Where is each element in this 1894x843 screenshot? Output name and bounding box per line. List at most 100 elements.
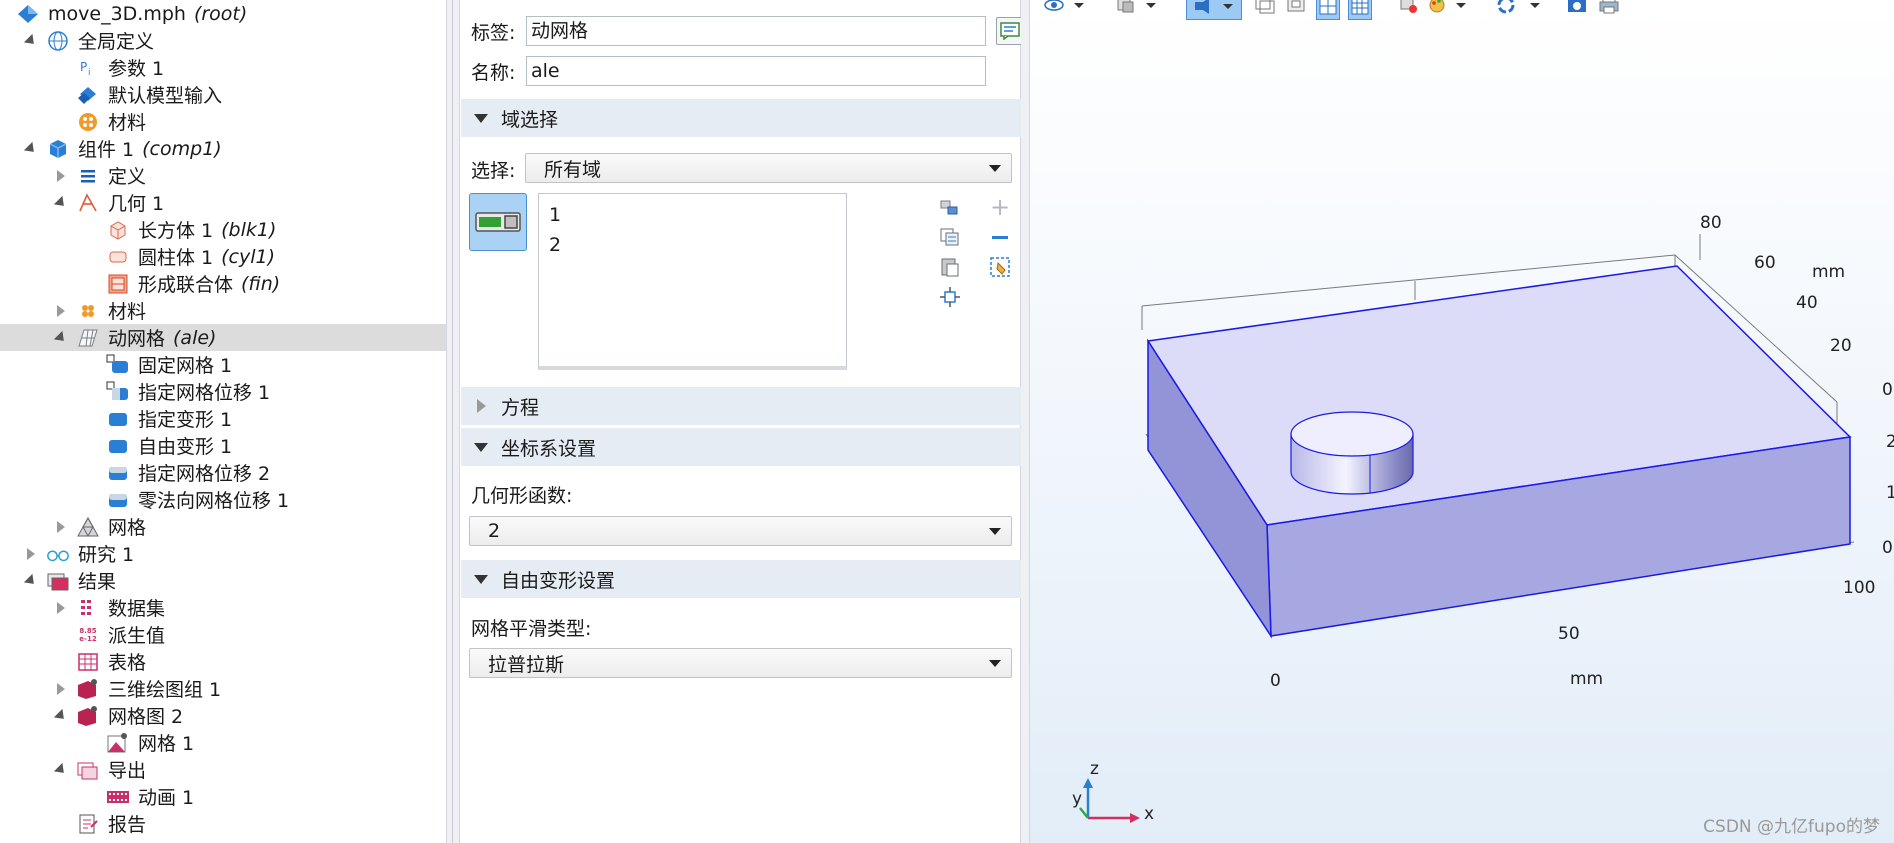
y-unit-label: mm [1812,262,1845,282]
list-item[interactable]: 2 [549,230,836,260]
tree-collapse-arrow-icon[interactable] [52,756,70,783]
tree-node-geometry[interactable]: 几何 1 [0,189,446,216]
tree-node-cylinder[interactable]: 圆柱体 1 (cyl1) [0,243,446,270]
tree-expand-arrow-icon[interactable] [22,540,40,567]
datasets-icon [76,596,100,620]
tree-node-definitions[interactable]: 定义 [0,162,446,189]
graphics-window[interactable]: 0 50 100 mm 20 40 60 80 mm 0 2 1 0 z y x… [1030,0,1894,843]
copy-selection-icon[interactable] [939,227,961,252]
tree-node-mesh[interactable]: 网格 [0,513,446,540]
tree-node-label: 零法向网格位移 1 [138,490,290,512]
cylinder-shape[interactable] [1290,411,1414,495]
tree-node-plot3d[interactable]: 三维绘图组 1 [0,675,446,702]
tree-expand-arrow-icon[interactable] [52,162,70,189]
equation-section[interactable]: 方程 [461,387,1021,425]
tree-expand-arrow-icon[interactable] [52,675,70,702]
tree-node-block[interactable]: 长方体 1 (blk1) [0,216,446,243]
tree-expand-arrow-icon[interactable] [52,513,70,540]
tree-node-label: 指定网格位移 1 [138,382,271,404]
tree-collapse-arrow-icon[interactable] [52,324,70,351]
collapse-arrow-icon [474,574,488,584]
tree-node-materials[interactable]: 材料 [0,297,446,324]
materials-icon [76,110,100,134]
remove-icon[interactable] [989,226,1011,248]
tree-node-report[interactable]: 报告 [0,810,446,837]
tree-node-fixed-mesh[interactable]: 固定网格 1 [0,351,446,378]
tree-node-prescribed-def[interactable]: 指定变形 1 [0,405,446,432]
domain-selection-section[interactable]: 域选择 [461,99,1021,137]
parameters-icon: Pi [76,56,100,80]
tree-collapse-arrow-icon[interactable] [22,27,40,54]
tree-collapse-arrow-icon[interactable] [52,702,70,729]
tree-node-datasets[interactable]: 数据集 [0,594,446,621]
coordinate-system-section[interactable]: 坐标系设置 [461,428,1021,466]
tree-node-params[interactable]: Pi 参数 1 [0,54,446,81]
tree-node-prescribed-disp-2[interactable]: 指定网格位移 2 [0,459,446,486]
tree-node-results[interactable]: 结果 [0,567,446,594]
label-input[interactable]: 动网格 [526,16,986,46]
active-toggle-button[interactable] [469,193,527,251]
geometry-scene[interactable]: 0 50 100 mm 20 40 60 80 mm 0 2 1 0 z y x [1030,0,1894,843]
tree-node-global-materials[interactable]: 材料 [0,108,446,135]
study-icon [46,542,70,566]
svg-text:i: i [88,68,91,78]
tree-node-animation[interactable]: 动画 1 [0,783,446,810]
tree-node-prescribed-disp-1[interactable]: 指定网格位移 1 [0,378,446,405]
tree-node-label: 指定网格位移 2 [138,463,271,485]
moving-mesh-icon [76,326,100,350]
clear-selection-icon[interactable] [989,256,1011,283]
tree-expand-arrow-icon[interactable] [52,594,70,621]
panel-splitter-left[interactable] [446,0,460,843]
tree-node-mesh-plot-item[interactable]: 网格 1 [0,729,446,756]
tree-expand-arrow-icon[interactable] [52,297,70,324]
free-deformation-section[interactable]: 自由变形设置 [461,560,1021,598]
tree-node-zero-normal[interactable]: 零法向网格位移 1 [0,486,446,513]
panel-splitter-right[interactable] [1021,0,1030,843]
add-icon[interactable]: + [989,195,1011,219]
tree-collapse-arrow-icon[interactable] [22,567,40,594]
tree-collapse-arrow-icon[interactable] [22,135,40,162]
plot-group-3d-icon [76,677,100,701]
name-input[interactable]: ale [526,56,986,86]
add-to-selection-icon[interactable] [939,197,961,222]
geometry-icon [76,191,100,215]
tree-node-free-def[interactable]: 自由变形 1 [0,432,446,459]
tree-node-study[interactable]: 研究 1 [0,540,446,567]
cylinder-icon [106,245,130,269]
tree-node-global-defs[interactable]: 全局定义 [0,27,446,54]
tree-node-moving-mesh[interactable]: 动网格 (ale) [0,324,446,351]
tree-node-default-inputs[interactable]: 默认模型输入 [0,81,446,108]
shape-order-dropdown[interactable]: 2 [469,516,1012,546]
triad-x-label: x [1144,804,1154,824]
mesh-plot-group-icon [76,704,100,728]
selection-list[interactable]: 1 2 [538,193,847,370]
results-icon [46,569,70,593]
smoothing-type-dropdown[interactable]: 拉普拉斯 [469,648,1012,678]
zoom-to-selection-icon[interactable] [939,286,961,313]
tree-node-file[interactable]: move_3D.mph (root) [0,0,446,27]
tree-node-label: 几何 1 [108,193,165,215]
tree-node-form-union[interactable]: 形成联合体 (fin) [0,270,446,297]
tree-node-label: 圆柱体 1 [138,247,214,269]
tree-node-component[interactable]: 组件 1 (comp1) [0,135,446,162]
selection-dropdown[interactable]: 所有域 [525,153,1012,183]
tree-node-export[interactable]: 导出 [0,756,446,783]
tree-node-tag: (cyl1) [221,245,276,268]
comment-icon[interactable] [996,17,1024,45]
list-item[interactable]: 1 [549,200,836,230]
tree-node-derived[interactable]: 8.85 e-12 派生值 [0,621,446,648]
tree-node-label: 网格 1 [138,733,195,755]
selection-dropdown-value: 所有域 [544,158,602,181]
tree-node-label: 数据集 [108,598,166,620]
derived-values-icon: 8.85 e-12 [79,626,97,643]
tree-node-tables[interactable]: 表格 [0,648,446,675]
paste-selection-icon[interactable] [939,256,961,283]
tree-collapse-arrow-icon[interactable] [52,189,70,216]
tree-node-mesh-plot[interactable]: 网格图 2 [0,702,446,729]
